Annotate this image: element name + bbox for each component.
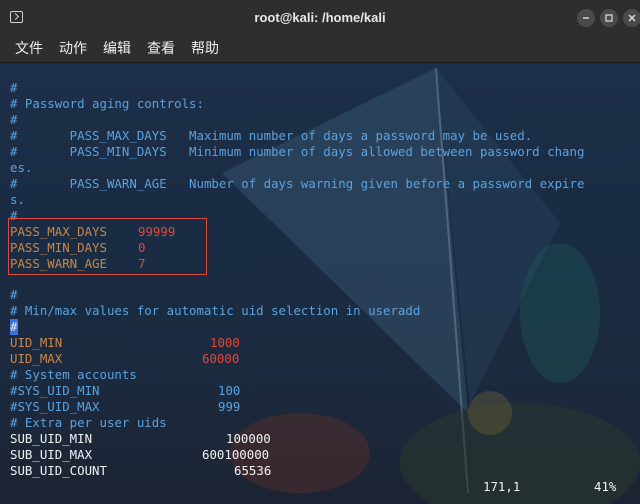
minimize-button[interactable]	[577, 9, 595, 27]
text-line: # Password aging controls:	[10, 96, 204, 111]
maximize-icon	[605, 14, 613, 22]
menu-view[interactable]: 查看	[147, 38, 175, 58]
title-bar[interactable]: root@kali: /home/kali	[0, 0, 640, 36]
config-value: 600100000	[202, 447, 270, 462]
config-key: UID_MAX	[10, 351, 63, 366]
terminal-window: root@kali: /home/kali 文件 动作 编辑 查看 帮助 # #…	[0, 0, 640, 504]
config-key: PASS_WARN_AGE	[10, 256, 107, 271]
menu-edit[interactable]: 编辑	[103, 38, 131, 58]
config-key: PASS_MAX_DAYS	[10, 224, 107, 239]
text-line: #	[10, 112, 18, 127]
text-line: #	[10, 287, 18, 302]
text-line: # System accounts	[10, 367, 137, 382]
text-line: #	[10, 80, 18, 95]
text-line: s.	[10, 192, 25, 207]
config-value: 99999	[138, 224, 176, 239]
config-key: SUB_UID_MIN	[10, 431, 93, 446]
scroll-percent: 41%	[594, 479, 617, 494]
minimize-icon	[583, 17, 589, 19]
config-value: 100	[218, 383, 241, 398]
config-value: 0	[138, 240, 146, 255]
config-key: SUB_UID_MAX	[10, 447, 93, 462]
terminal-content[interactable]: # # Password aging controls: # # PASS_MA…	[0, 63, 640, 504]
close-button[interactable]	[623, 9, 640, 27]
config-key: #SYS_UID_MIN	[10, 383, 100, 398]
menu-action[interactable]: 动作	[59, 38, 87, 58]
menu-help[interactable]: 帮助	[191, 38, 219, 58]
config-value: 65536	[234, 463, 272, 478]
text-line: # PASS_MIN_DAYS Minimum number of days a…	[10, 144, 585, 159]
config-value: 1000	[210, 335, 240, 350]
text-line: es.	[10, 160, 33, 175]
config-value: 7	[138, 256, 146, 271]
maximize-button[interactable]	[600, 9, 618, 27]
config-value: 999	[218, 399, 241, 414]
menu-file[interactable]: 文件	[15, 38, 43, 58]
cursor-position: 171,1	[483, 479, 521, 494]
config-key: UID_MIN	[10, 335, 63, 350]
menu-bar: 文件 动作 编辑 查看 帮助	[0, 36, 640, 63]
config-key: SUB_UID_COUNT	[10, 463, 107, 478]
text-cursor: #	[10, 319, 18, 335]
text-line: # Extra per user uids	[10, 415, 167, 430]
close-icon	[628, 14, 636, 22]
window-title: root@kali: /home/kali	[254, 10, 386, 25]
config-value: 100000	[226, 431, 271, 446]
text-line: # Min/max values for automatic uid selec…	[10, 303, 421, 318]
config-value: 60000	[202, 351, 240, 366]
text-line: # PASS_WARN_AGE Number of days warning g…	[10, 176, 585, 191]
text-line: # PASS_MAX_DAYS Maximum number of days a…	[10, 128, 533, 143]
config-key: #SYS_UID_MAX	[10, 399, 100, 414]
config-key: PASS_MIN_DAYS	[10, 240, 107, 255]
